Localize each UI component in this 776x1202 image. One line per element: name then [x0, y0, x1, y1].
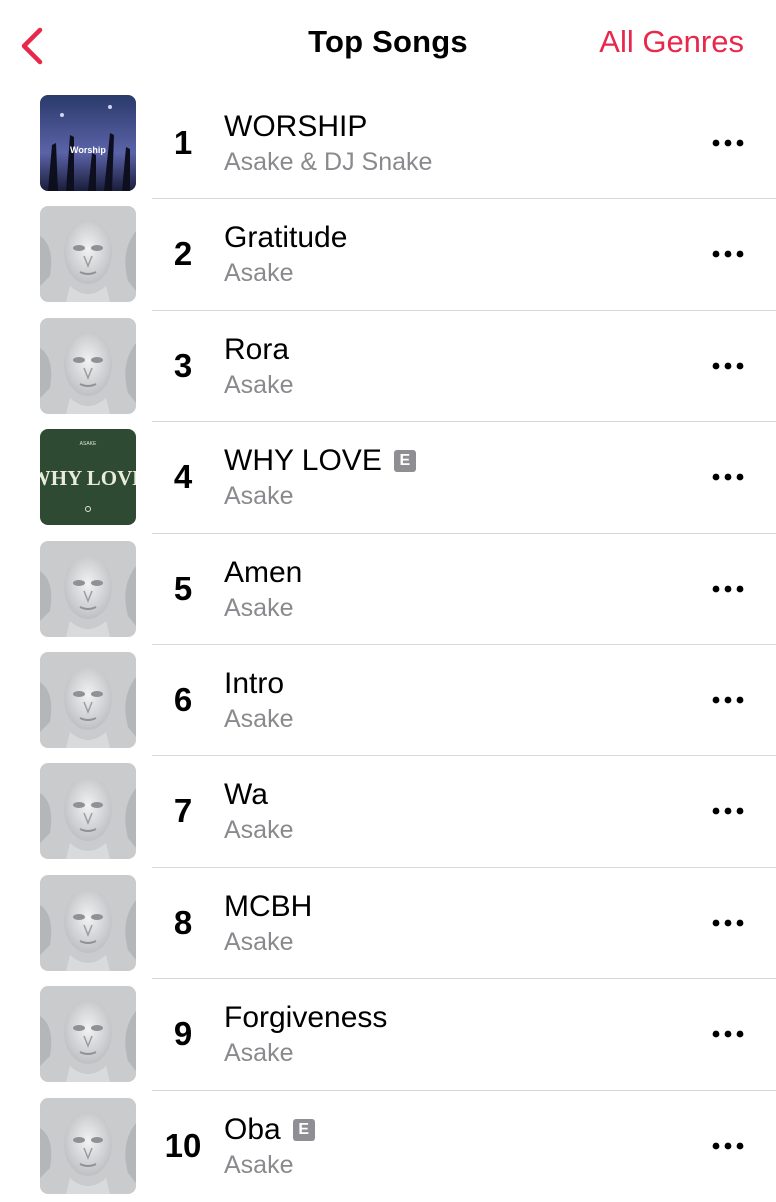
- ellipsis-icon: [712, 1142, 744, 1149]
- song-title: MCBH: [224, 889, 313, 923]
- song-title-line: Intro: [224, 667, 284, 701]
- song-rank: 7: [173, 792, 193, 830]
- song-row[interactable]: 6 Intro Asake: [0, 645, 776, 757]
- song-rank: 6: [173, 680, 193, 718]
- more-options-button[interactable]: [708, 796, 748, 826]
- album-artwork: [40, 317, 136, 414]
- song-title-line: Wa: [224, 778, 268, 812]
- album-artwork: [40, 206, 136, 303]
- song-title: Oba: [224, 1112, 281, 1146]
- ellipsis-icon: [712, 1030, 744, 1038]
- explicit-badge: E: [292, 1118, 315, 1141]
- more-options-button[interactable]: [708, 128, 748, 158]
- song-rank: 5: [173, 569, 193, 607]
- song-artist: Asake: [224, 816, 294, 845]
- song-rank: 4: [173, 458, 193, 496]
- album-artwork: [40, 986, 136, 1083]
- song-artist: Asake: [224, 927, 294, 956]
- album-artwork: [40, 874, 136, 971]
- song-title-line: MCBH: [224, 890, 312, 924]
- song-artist: Asake: [224, 482, 294, 511]
- song-title-line: Amen: [224, 556, 302, 590]
- song-rank: 9: [173, 1015, 193, 1053]
- song-title: Wa: [224, 778, 268, 812]
- ellipsis-icon: [712, 139, 744, 147]
- song-title-line: Oba E: [224, 1113, 315, 1147]
- navigation-bar: Top Songs All Genres: [0, 0, 776, 88]
- song-rank: 10: [164, 1126, 202, 1164]
- song-row[interactable]: 2 Gratitude Asake: [0, 199, 776, 311]
- more-options-button[interactable]: [708, 574, 748, 604]
- song-title-line: WHY LOVE E: [224, 444, 416, 478]
- song-row[interactable]: Worship 1 WORSHIP Asake & DJ Snake: [0, 88, 776, 200]
- song-title: WORSHIP: [224, 110, 368, 143]
- svg-text:Worship: Worship: [70, 145, 106, 155]
- song-row[interactable]: 5 Amen Asake: [0, 534, 776, 645]
- song-title: Rora: [224, 332, 290, 366]
- album-artwork: [40, 540, 136, 637]
- album-artwork: [40, 1097, 136, 1194]
- ellipsis-icon: [712, 473, 744, 481]
- song-row[interactable]: 10 Oba E Asake: [0, 1091, 776, 1202]
- song-row[interactable]: ASAKE WHY LOVE 4 WHY LOVE E Asake: [0, 422, 776, 534]
- song-title-line: Forgiveness: [224, 1001, 387, 1035]
- song-artist: Asake: [224, 1150, 294, 1179]
- song-title-line: WORSHIP: [224, 110, 367, 144]
- explicit-badge: E: [393, 450, 416, 473]
- song-row[interactable]: 8 MCBH Asake: [0, 868, 776, 980]
- song-artist: Asake: [224, 259, 294, 288]
- song-rank: 3: [173, 346, 193, 384]
- album-artwork: Worship: [40, 95, 136, 191]
- song-artist: Asake & DJ Snake: [224, 148, 433, 176]
- ellipsis-icon: [712, 696, 744, 704]
- song-title: Gratitude: [224, 221, 348, 255]
- svg-text:ASAKE: ASAKE: [80, 441, 97, 447]
- song-artist: Asake: [224, 593, 294, 622]
- album-artwork: ASAKE WHY LOVE: [40, 429, 136, 526]
- song-title: Intro: [224, 666, 285, 700]
- more-options-button[interactable]: [708, 462, 748, 492]
- ellipsis-icon: [712, 250, 744, 258]
- song-rank: 8: [173, 903, 193, 941]
- more-options-button[interactable]: [708, 1131, 748, 1161]
- svg-text:WHY LOVE: WHY LOVE: [40, 466, 136, 490]
- song-title-line: Rora: [224, 333, 289, 367]
- more-options-button[interactable]: [708, 239, 748, 269]
- more-options-button[interactable]: [708, 1019, 748, 1049]
- song-rank: 2: [173, 235, 193, 273]
- song-artist: Asake: [224, 1039, 294, 1068]
- song-rank: 1: [173, 124, 193, 161]
- song-title: WHY LOVE: [224, 444, 382, 478]
- ellipsis-icon: [712, 585, 744, 592]
- album-artwork: [40, 651, 136, 748]
- song-artist: Asake: [224, 370, 294, 399]
- song-title: Amen: [224, 555, 303, 589]
- song-row[interactable]: 3 Rora Asake: [0, 311, 776, 423]
- song-row[interactable]: 9 Forgiveness Asake: [0, 979, 776, 1091]
- song-row[interactable]: 7 Wa Asake: [0, 756, 776, 868]
- ellipsis-icon: [712, 362, 744, 370]
- song-artist: Asake: [224, 704, 294, 733]
- more-options-button[interactable]: [708, 351, 748, 381]
- song-title-line: Gratitude: [224, 221, 347, 255]
- song-list: Worship 1 WORSHIP Asake & DJ Snake 2 Gratitud…: [0, 88, 776, 1202]
- all-genres-button[interactable]: All Genres: [599, 24, 744, 60]
- ellipsis-icon: [712, 807, 744, 815]
- more-options-button[interactable]: [708, 685, 748, 715]
- song-title: Forgiveness: [224, 1001, 388, 1035]
- ellipsis-icon: [712, 919, 744, 927]
- more-options-button[interactable]: [708, 908, 748, 938]
- album-artwork: [40, 763, 136, 860]
